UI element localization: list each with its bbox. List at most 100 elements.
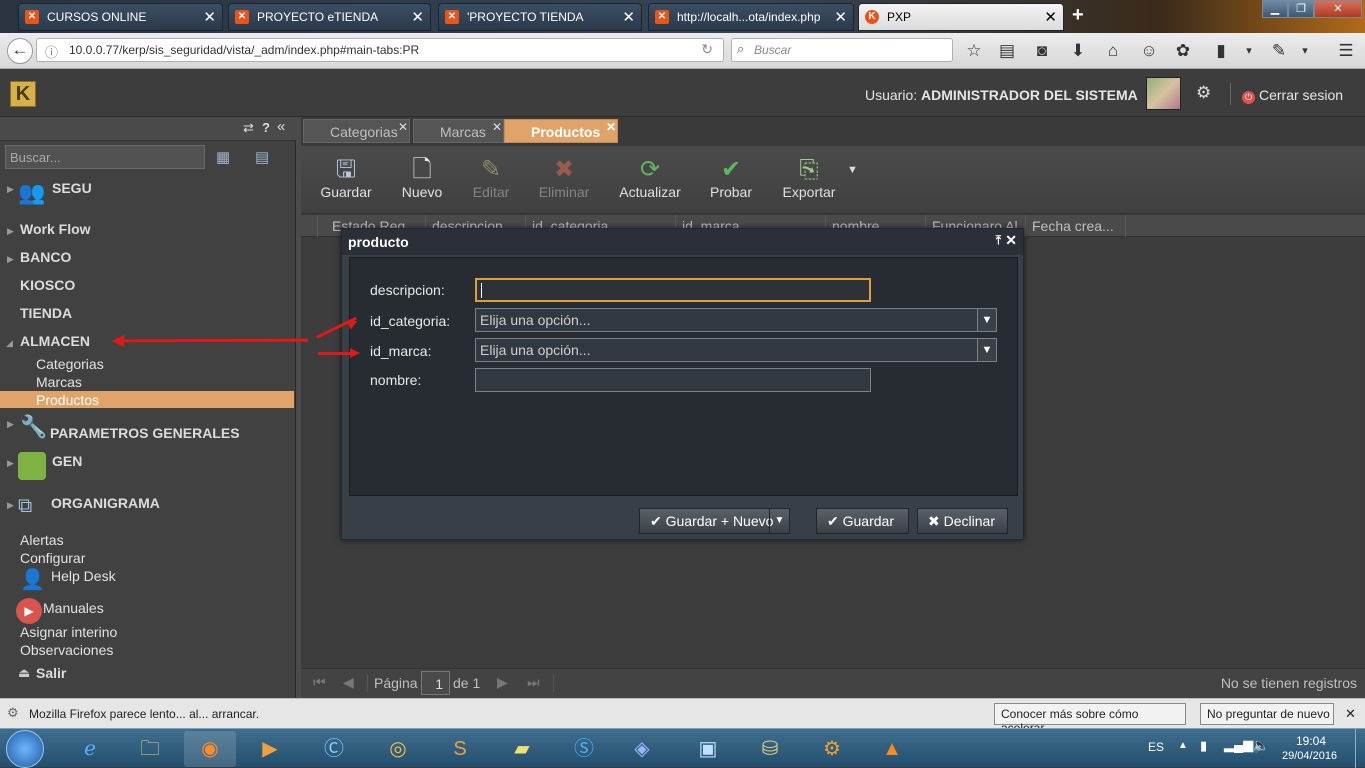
next-page-icon[interactable]: ▶ — [497, 674, 508, 691]
chevron-down-icon[interactable]: ▾ — [1294, 40, 1316, 62]
firefox-icon[interactable]: ◉ — [184, 731, 236, 767]
language-indicator[interactable]: ES — [1148, 740, 1164, 754]
declinar-button[interactable]: ✖ Declinar — [917, 508, 1008, 534]
sidebar-item-manuales[interactable]: Manuales — [43, 600, 104, 616]
close-tab-icon[interactable]: ✕ — [492, 120, 502, 134]
avatar[interactable] — [1146, 77, 1181, 110]
descripcion-field[interactable] — [475, 278, 871, 302]
sublime-text-icon[interactable]: S — [434, 731, 486, 767]
close-tab-icon[interactable]: ✕ — [203, 8, 216, 26]
minimize-button[interactable]: ▁ — [1262, 0, 1288, 18]
guardar-dialog-button[interactable]: ✔ Guardar — [816, 508, 909, 534]
probar-button[interactable]: ✔ Probar — [696, 146, 766, 212]
sidebar-item-work-flow[interactable]: Work Flow — [20, 221, 91, 237]
chevron-down-icon[interactable]: ▾ — [1238, 40, 1260, 62]
maximize-button[interactable]: ❐ — [1288, 0, 1314, 18]
sidebar-item-salir[interactable]: Salir — [36, 665, 66, 681]
close-window-button[interactable]: ✕ — [1314, 0, 1362, 18]
download-icon[interactable]: ⬇ — [1067, 40, 1089, 62]
tray-expand-icon[interactable]: ▲ — [1178, 740, 1188, 751]
sidebar-item-banco[interactable]: BANCO — [20, 249, 71, 265]
sidebar-item-marcas[interactable]: Marcas — [36, 374, 82, 390]
exportar-button[interactable]: ⎘ Exportar — [774, 146, 844, 212]
dont-ask-again-button[interactable]: No preguntar de nuevo — [1200, 703, 1334, 725]
media-player-icon[interactable]: ▶ — [244, 731, 296, 767]
chevron-down-icon[interactable]: ▼ — [769, 509, 789, 533]
help-icon[interactable]: ? — [262, 120, 270, 135]
browser-tab-active[interactable]: K PXP ✕ — [858, 3, 1064, 31]
browser-tab[interactable]: ✕ http://localh...ota/index.php ✕ — [648, 3, 854, 31]
clock-date[interactable]: 29/04/2016 — [1282, 750, 1337, 762]
vlc-icon[interactable]: ▲ — [866, 731, 918, 767]
clock-time[interactable]: 19:04 — [1296, 734, 1326, 748]
show-desktop-button[interactable] — [1355, 729, 1365, 768]
reload-icon[interactable]: ↻ — [701, 41, 713, 58]
hello-icon[interactable]: ☺ — [1138, 40, 1160, 62]
nombre-field[interactable] — [475, 368, 871, 392]
ccleaner-icon[interactable]: Ⓒ — [308, 731, 360, 767]
first-page-icon[interactable]: ⏮ — [313, 674, 326, 691]
learn-more-button[interactable]: Conocer más sobre cómo acelerar — [994, 703, 1186, 735]
prev-page-icon[interactable]: ◀ — [343, 674, 354, 691]
start-button[interactable] — [6, 730, 44, 768]
close-tab-icon[interactable]: ✕ — [398, 120, 408, 134]
guardar-nuevo-button[interactable]: ✔ Guardar + Nuevo ▼ — [639, 508, 790, 534]
tab-marcas[interactable]: Marcas ✕ — [413, 119, 504, 143]
settings-app-icon[interactable]: ⚙ — [806, 731, 858, 767]
browser-search-input[interactable]: ⌕ Buscar — [731, 38, 953, 62]
extension-icon[interactable]: ✎ — [1268, 40, 1290, 62]
reading-list-icon[interactable]: ▤ — [996, 40, 1018, 62]
menu-icon[interactable]: ☰ — [1335, 40, 1357, 62]
nuevo-button[interactable]: 🗋 Nuevo — [387, 146, 457, 212]
new-tab-button[interactable]: + — [1072, 4, 1084, 27]
browser-tab[interactable]: ✕ 'PROYECTO TIENDA ✕ — [438, 3, 642, 31]
sidebar-item-almacen[interactable]: ALMACEN — [20, 333, 90, 349]
chevron-down-icon[interactable]: ▼ — [847, 164, 858, 176]
close-tab-icon[interactable]: ✕ — [622, 8, 635, 26]
skype-icon[interactable]: Ⓢ — [558, 731, 610, 767]
caret-down-icon[interactable]: ◢ — [6, 338, 13, 349]
file-explorer-icon[interactable]: 🗀 — [124, 731, 176, 767]
caret-right-icon[interactable]: ▶ — [7, 254, 14, 265]
refresh-icon[interactable]: ⇄ — [243, 120, 254, 136]
logout-button[interactable]: ⏻ Cerrar sesion — [1242, 87, 1343, 104]
page-number-input[interactable]: 1 — [421, 671, 450, 695]
collapse-icon[interactable]: « — [277, 118, 285, 135]
caret-right-icon[interactable]: ▶ — [7, 458, 14, 469]
sidebar-item-configurar[interactable]: Configurar — [20, 550, 85, 566]
extension-icon[interactable]: ▮ — [1210, 40, 1232, 62]
sidebar-item-organigrama[interactable]: ORGANIGRAMA — [51, 495, 160, 511]
url-bar[interactable]: ⓘ 10.0.0.77/kerp/sis_seguridad/vista/_ad… — [36, 38, 724, 62]
extension-icon[interactable]: ✿ — [1172, 40, 1194, 62]
tab-categorias[interactable]: Categorias ✕ — [303, 119, 410, 143]
caret-right-icon[interactable]: ▶ — [7, 419, 14, 430]
volume-icon[interactable]: 🔈 — [1252, 737, 1269, 754]
guardar-button[interactable]: 🖫 Guardar — [311, 146, 381, 212]
column-header[interactable]: Fecha crea... — [1026, 215, 1126, 237]
caret-right-icon[interactable]: ▶ — [7, 184, 14, 195]
network-icon[interactable]: ▂▄▆ — [1224, 737, 1253, 753]
eliminar-button[interactable]: ✖ Eliminar — [529, 146, 599, 212]
settings-gears-icon[interactable]: ⚙ — [1196, 83, 1211, 103]
sidebar-item-gen[interactable]: GEN — [52, 453, 82, 469]
back-button[interactable]: ← — [7, 38, 33, 64]
list-icon[interactable]: ▤ — [255, 148, 269, 166]
close-tab-icon[interactable]: ✕ — [834, 8, 847, 26]
home-icon[interactable]: ⌂ — [1102, 40, 1124, 62]
close-tab-icon[interactable]: ✕ — [411, 8, 424, 26]
id-marca-select[interactable]: Elija una opción... ▼ — [475, 338, 997, 362]
close-tab-icon[interactable]: ✕ — [1044, 8, 1057, 26]
sidebar-item-asignar-interino[interactable]: Asignar interino — [20, 624, 117, 640]
browser-tab[interactable]: ✕ CURSOS ONLINE ✕ — [18, 3, 223, 31]
virtualbox-icon[interactable]: ◈ — [616, 731, 668, 767]
pocket-icon[interactable]: ◙ — [1031, 40, 1053, 62]
sidebar-item-observaciones[interactable]: Observaciones — [20, 642, 113, 658]
chevron-down-icon[interactable]: ▼ — [977, 309, 996, 331]
sidebar-item-alertas[interactable]: Alertas — [20, 532, 64, 548]
actualizar-button[interactable]: ⟳ Actualizar — [614, 146, 686, 212]
maximize-icon[interactable]: ⤒ — [996, 233, 1001, 248]
expand-all-icon[interactable]: ▦ — [216, 148, 230, 166]
close-icon[interactable]: ✕ — [1005, 232, 1017, 249]
battery-icon[interactable]: ▮ — [1200, 738, 1207, 754]
sidebar-item-kiosco[interactable]: KIOSCO — [20, 277, 75, 293]
